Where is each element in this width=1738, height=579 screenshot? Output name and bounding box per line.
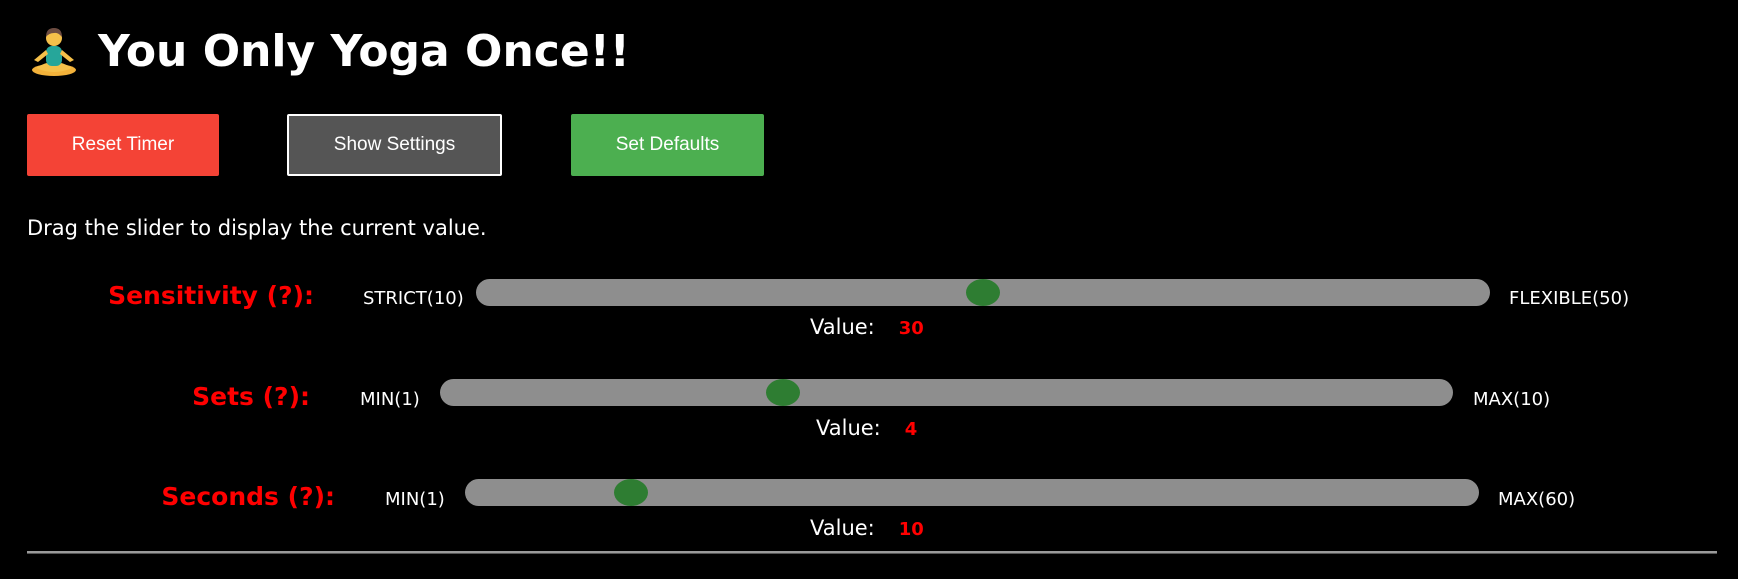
sets-slider[interactable]	[440, 379, 1453, 406]
sets-min-label: MIN(1)	[360, 389, 420, 410]
reset-timer-button[interactable]: Reset Timer	[27, 114, 219, 176]
seconds-min-label: MIN(1)	[385, 489, 445, 510]
sets-max-label: MAX(10)	[1473, 389, 1551, 410]
slider-instructions: Drag the slider to display the current v…	[27, 216, 487, 240]
sets-value-label: Value:	[816, 416, 881, 440]
sensitivity-max-label: FLEXIBLE(50)	[1509, 288, 1630, 309]
sensitivity-slider[interactable]	[476, 279, 1490, 306]
sets-slider-thumb[interactable]	[766, 379, 801, 406]
seconds-label[interactable]: Seconds (?):	[35, 482, 335, 511]
sets-label[interactable]: Sets (?):	[10, 382, 310, 411]
seconds-value-label: Value:	[810, 516, 875, 540]
sensitivity-slider-thumb[interactable]	[966, 279, 1000, 306]
sensitivity-min-label: STRICT(10)	[363, 288, 464, 309]
set-defaults-button[interactable]: Set Defaults	[571, 114, 764, 176]
sensitivity-value-label: Value:	[810, 315, 875, 339]
seconds-max-label: MAX(60)	[1498, 489, 1576, 510]
sets-value: 4	[904, 419, 918, 440]
divider	[27, 551, 1717, 554]
seconds-slider-thumb[interactable]	[614, 479, 649, 506]
seconds-value: 10	[898, 519, 924, 540]
person-in-lotus-position-icon	[32, 28, 76, 76]
sensitivity-value-row: Value: 30	[810, 315, 924, 339]
title-text: You Only Yoga Once!!	[98, 26, 630, 77]
sets-value-row: Value: 4	[816, 416, 917, 440]
page-title: You Only Yoga Once!!	[28, 26, 630, 78]
sensitivity-label[interactable]: Sensitivity (?):	[14, 281, 314, 310]
seconds-slider[interactable]	[465, 479, 1479, 506]
seconds-value-row: Value: 10	[810, 516, 924, 540]
show-settings-button[interactable]: Show Settings	[287, 114, 502, 176]
yoga-app: You Only Yoga Once!! Reset Timer Show Se…	[0, 0, 1738, 579]
sensitivity-value: 30	[898, 318, 924, 339]
